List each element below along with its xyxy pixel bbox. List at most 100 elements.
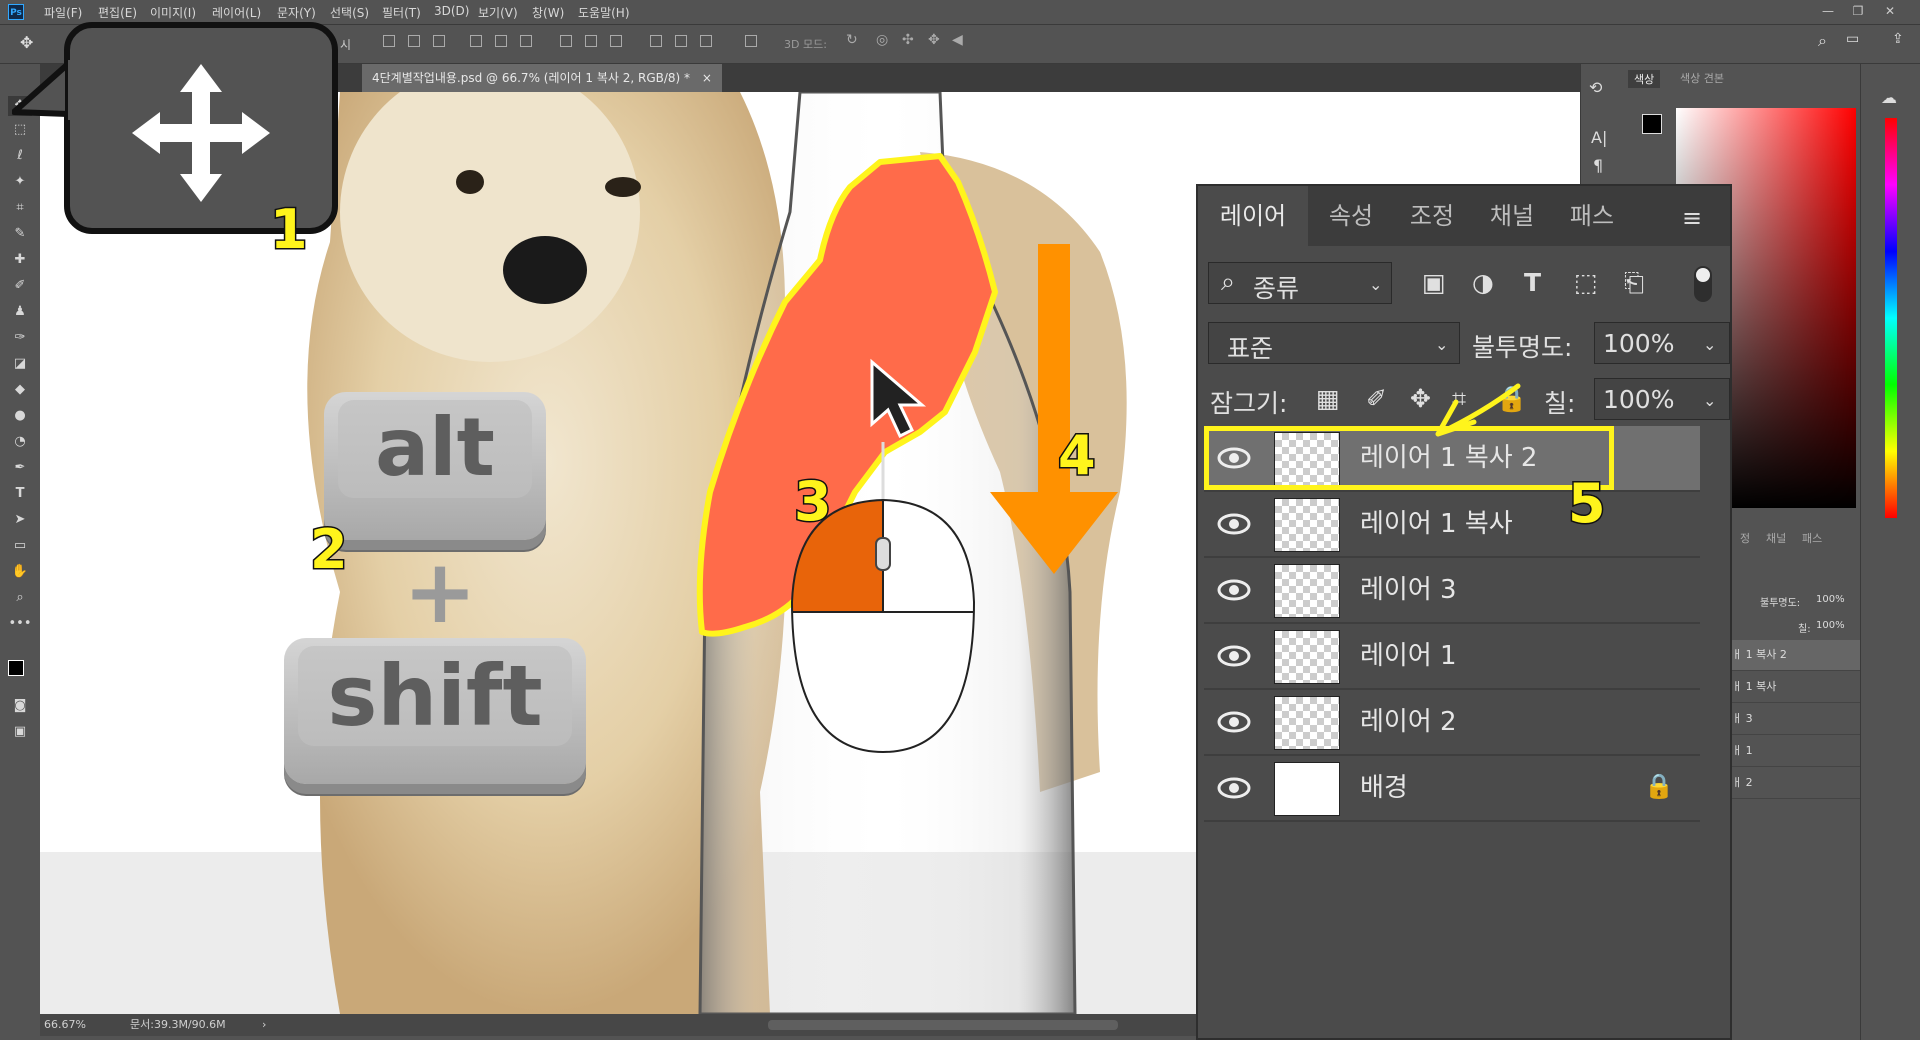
- minimize-button[interactable]: —: [1818, 2, 1838, 20]
- distribute-bottom-icon[interactable]: [610, 35, 622, 47]
- align-right-icon[interactable]: [520, 35, 532, 47]
- hue-slider[interactable]: [1885, 118, 1897, 518]
- menu-edit[interactable]: 편집(E): [98, 4, 137, 21]
- tab-layers[interactable]: 레이어: [1198, 186, 1308, 246]
- distribute-hcenter-icon[interactable]: [675, 35, 687, 47]
- menu-select[interactable]: 선택(S): [330, 4, 369, 21]
- quick-mask-icon[interactable]: ◙: [8, 696, 32, 716]
- tab-properties[interactable]: 속성: [1310, 186, 1392, 246]
- share-icon[interactable]: ⇪: [1892, 31, 1904, 47]
- eye-icon[interactable]: [1216, 708, 1252, 736]
- eye-icon[interactable]: [1216, 642, 1252, 670]
- fill-field[interactable]: 100% ⌄: [1594, 378, 1730, 420]
- paragraph-panel-icon[interactable]: ¶: [1593, 156, 1603, 175]
- document-tab[interactable]: 4단계별작업내용.psd @ 66.7% (레이어 1 복사 2, RGB/8)…: [362, 64, 722, 92]
- opacity-field[interactable]: 100% ⌄: [1594, 322, 1730, 364]
- dodge-tool-icon[interactable]: ◔: [8, 432, 32, 452]
- close-tab-icon[interactable]: ×: [702, 71, 712, 85]
- 3d-roll-icon[interactable]: ◎: [876, 32, 888, 48]
- tab-swatches[interactable]: 색상 견본: [1680, 70, 1724, 86]
- pen-tool-icon[interactable]: ✒: [8, 458, 32, 478]
- panel-menu-icon[interactable]: ≡: [1682, 204, 1702, 232]
- eye-icon[interactable]: [1216, 576, 1252, 604]
- blend-mode-dropdown[interactable]: 표준 ⌄: [1208, 322, 1460, 364]
- filter-toggle-switch[interactable]: [1694, 266, 1712, 302]
- history-panel-icon[interactable]: ⟲: [1589, 78, 1602, 97]
- menu-help[interactable]: 도움말(H): [578, 4, 630, 21]
- layer-row-background[interactable]: 배경 🔒: [1204, 756, 1700, 822]
- move-tool-options-icon[interactable]: ✥: [20, 33, 33, 52]
- filter-adjustment-icon[interactable]: ◑: [1472, 268, 1494, 297]
- healing-tool-icon[interactable]: ✚: [8, 250, 32, 270]
- align-top-icon[interactable]: [383, 35, 395, 47]
- lasso-tool-icon[interactable]: ℓ: [8, 146, 32, 166]
- mini-opacity-value[interactable]: 100%: [1816, 594, 1845, 605]
- menu-image[interactable]: 이미지(I): [150, 4, 196, 21]
- distribute-right-icon[interactable]: [700, 35, 712, 47]
- menu-filter[interactable]: 필터(T): [382, 4, 421, 21]
- hand-tool-icon[interactable]: ✋: [8, 562, 32, 582]
- filter-kind-dropdown[interactable]: ⌕ 종류 ⌄: [1208, 262, 1392, 304]
- paint-bucket-tool-icon[interactable]: ◆: [8, 380, 32, 400]
- libraries-icon[interactable]: ☁: [1881, 88, 1897, 107]
- layer-row[interactable]: 레이어 3: [1204, 558, 1700, 624]
- menu-file[interactable]: 파일(F): [44, 4, 82, 21]
- 3d-scale-icon[interactable]: ◀: [952, 32, 963, 48]
- zoom-level[interactable]: 66.67%: [44, 1014, 86, 1036]
- mini-tab-paths[interactable]: 패스: [1802, 530, 1822, 546]
- stamp-tool-icon[interactable]: ♟: [8, 302, 32, 322]
- more-tools-icon[interactable]: •••: [8, 614, 32, 634]
- mini-tab-adjust[interactable]: 정: [1740, 530, 1750, 546]
- menu-layer[interactable]: 레이어(L): [212, 4, 261, 21]
- workspace-icon[interactable]: ▭: [1846, 31, 1859, 47]
- filter-type-icon[interactable]: T: [1524, 268, 1541, 297]
- filter-shape-icon[interactable]: ⬚: [1574, 268, 1598, 297]
- eraser-tool-icon[interactable]: ◪: [8, 354, 32, 374]
- align-bottom-icon[interactable]: [433, 35, 445, 47]
- layer-row[interactable]: 레이어 2: [1204, 690, 1700, 756]
- tab-adjustments[interactable]: 조정: [1392, 186, 1472, 246]
- distribute-left-icon[interactable]: [650, 35, 662, 47]
- restore-button[interactable]: ❐: [1848, 2, 1868, 20]
- lock-position-icon[interactable]: ✥: [1410, 384, 1431, 413]
- status-menu-arrow[interactable]: ›: [262, 1014, 266, 1036]
- eyedropper-tool-icon[interactable]: ✎: [8, 224, 32, 244]
- filter-smartobject-icon[interactable]: ⎗: [1624, 268, 1644, 298]
- marquee-tool-icon[interactable]: ⬚: [8, 120, 32, 140]
- menu-3d[interactable]: 3D(D): [434, 4, 469, 18]
- filter-image-icon[interactable]: ▣: [1422, 268, 1446, 297]
- lock-transparent-icon[interactable]: ▦: [1316, 384, 1340, 413]
- horizontal-scrollbar[interactable]: [768, 1020, 1118, 1030]
- menu-window[interactable]: 창(W): [532, 4, 564, 21]
- magic-wand-tool-icon[interactable]: ✦: [8, 172, 32, 192]
- 3d-pan-icon[interactable]: ✣: [902, 32, 914, 48]
- brush-tool-icon[interactable]: ✐: [8, 276, 32, 296]
- rectangle-tool-icon[interactable]: ▭: [8, 536, 32, 556]
- align-vcenter-icon[interactable]: [408, 35, 420, 47]
- menu-view[interactable]: 보기(V): [478, 4, 518, 21]
- eye-icon[interactable]: [1216, 774, 1252, 802]
- menu-type[interactable]: 문자(Y): [277, 4, 316, 21]
- zoom-tool-icon[interactable]: ⌕: [8, 588, 32, 608]
- 3d-orbit-icon[interactable]: ↻: [846, 32, 858, 48]
- close-window-button[interactable]: ✕: [1880, 2, 1900, 20]
- crop-tool-icon[interactable]: ⌗: [8, 198, 32, 218]
- path-select-tool-icon[interactable]: ➤: [8, 510, 32, 530]
- distribute-vcenter-icon[interactable]: [585, 35, 597, 47]
- color-foreground-swatch[interactable]: [1642, 114, 1662, 134]
- lock-brush-icon[interactable]: ✐: [1366, 384, 1387, 413]
- type-tool-icon[interactable]: T: [8, 484, 32, 504]
- auto-align-icon[interactable]: [745, 35, 757, 47]
- tab-paths[interactable]: 패스: [1552, 186, 1632, 246]
- search-icon[interactable]: ⌕: [1818, 31, 1827, 51]
- blur-tool-icon[interactable]: ●: [8, 406, 32, 426]
- mini-fill-value[interactable]: 100%: [1816, 620, 1845, 631]
- layer-row[interactable]: 레이어 1 복사: [1204, 492, 1700, 558]
- eye-icon[interactable]: [1216, 510, 1252, 538]
- layer-row[interactable]: 레이어 1: [1204, 624, 1700, 690]
- character-panel-icon[interactable]: A|: [1591, 128, 1607, 147]
- mini-tab-channels[interactable]: 채널: [1766, 530, 1786, 546]
- tab-color[interactable]: 색상: [1628, 70, 1661, 88]
- history-brush-tool-icon[interactable]: ✑: [8, 328, 32, 348]
- distribute-top-icon[interactable]: [560, 35, 572, 47]
